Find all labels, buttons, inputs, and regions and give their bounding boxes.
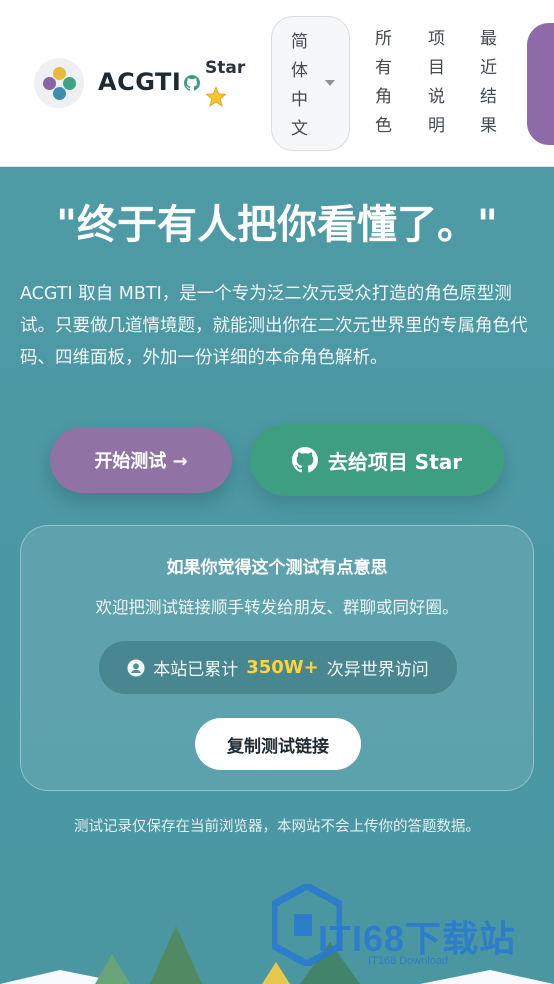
- start-test-button[interactable]: 开始测试 →: [50, 427, 232, 493]
- user-circle-icon: [127, 658, 145, 677]
- chevron-down-icon: [325, 80, 335, 86]
- hero-headline: "终于有人把你看懂了。": [56, 202, 498, 248]
- privacy-note: 测试记录仅保存在当前浏览器，本网站不会上传你的答题数据。: [74, 819, 480, 835]
- github-star-button-label: 去给项目 Star: [327, 449, 463, 474]
- github-icon[interactable]: [184, 75, 200, 91]
- nav-all-characters[interactable]: 所有角色: [375, 25, 395, 141]
- share-card: 如果你觉得这个测试有点意思 欢迎把测试链接顺手转发给朋友、群聊或同好圈。 本站已…: [20, 525, 534, 791]
- github-icon: [291, 447, 318, 473]
- hero-intro: ACGTI 取自 MBTI，是一个专为泛二次元受众打造的角色原型测试。只要做几道…: [20, 284, 528, 368]
- top-header: ACGTI Star 简体中文 所有角色 项目说明 最近结果: [0, 0, 554, 167]
- visit-counter-value: 350W+: [246, 657, 319, 678]
- nav-project-info[interactable]: 项目说明: [428, 25, 448, 141]
- star-link-label[interactable]: Star: [205, 58, 245, 78]
- language-select-value: 简体中文: [291, 32, 308, 139]
- brand-title[interactable]: ACGTI: [98, 68, 181, 96]
- visit-counter-suffix: 次异世界访问: [326, 660, 429, 680]
- github-star-button[interactable]: 去给项目 Star: [250, 424, 504, 496]
- language-select[interactable]: 简体中文: [271, 16, 350, 151]
- watermark-subtitle: IT168 Download: [368, 955, 449, 967]
- logo-icon[interactable]: [34, 58, 84, 108]
- visit-counter-prefix: 本站已累计: [153, 660, 239, 680]
- share-card-title: 如果你觉得这个测试有点意思: [166, 558, 388, 578]
- copy-link-button[interactable]: 复制测试链接: [195, 718, 361, 770]
- share-card-subtitle: 欢迎把测试链接顺手转发给朋友、群聊或同好圈。: [95, 598, 459, 617]
- header-action-button[interactable]: [527, 23, 554, 145]
- nav-recent-results[interactable]: 最近结果: [480, 25, 500, 141]
- visit-counter-badge: 本站已累计 350W+ 次异世界访问: [99, 641, 457, 694]
- star-icon: [205, 86, 227, 107]
